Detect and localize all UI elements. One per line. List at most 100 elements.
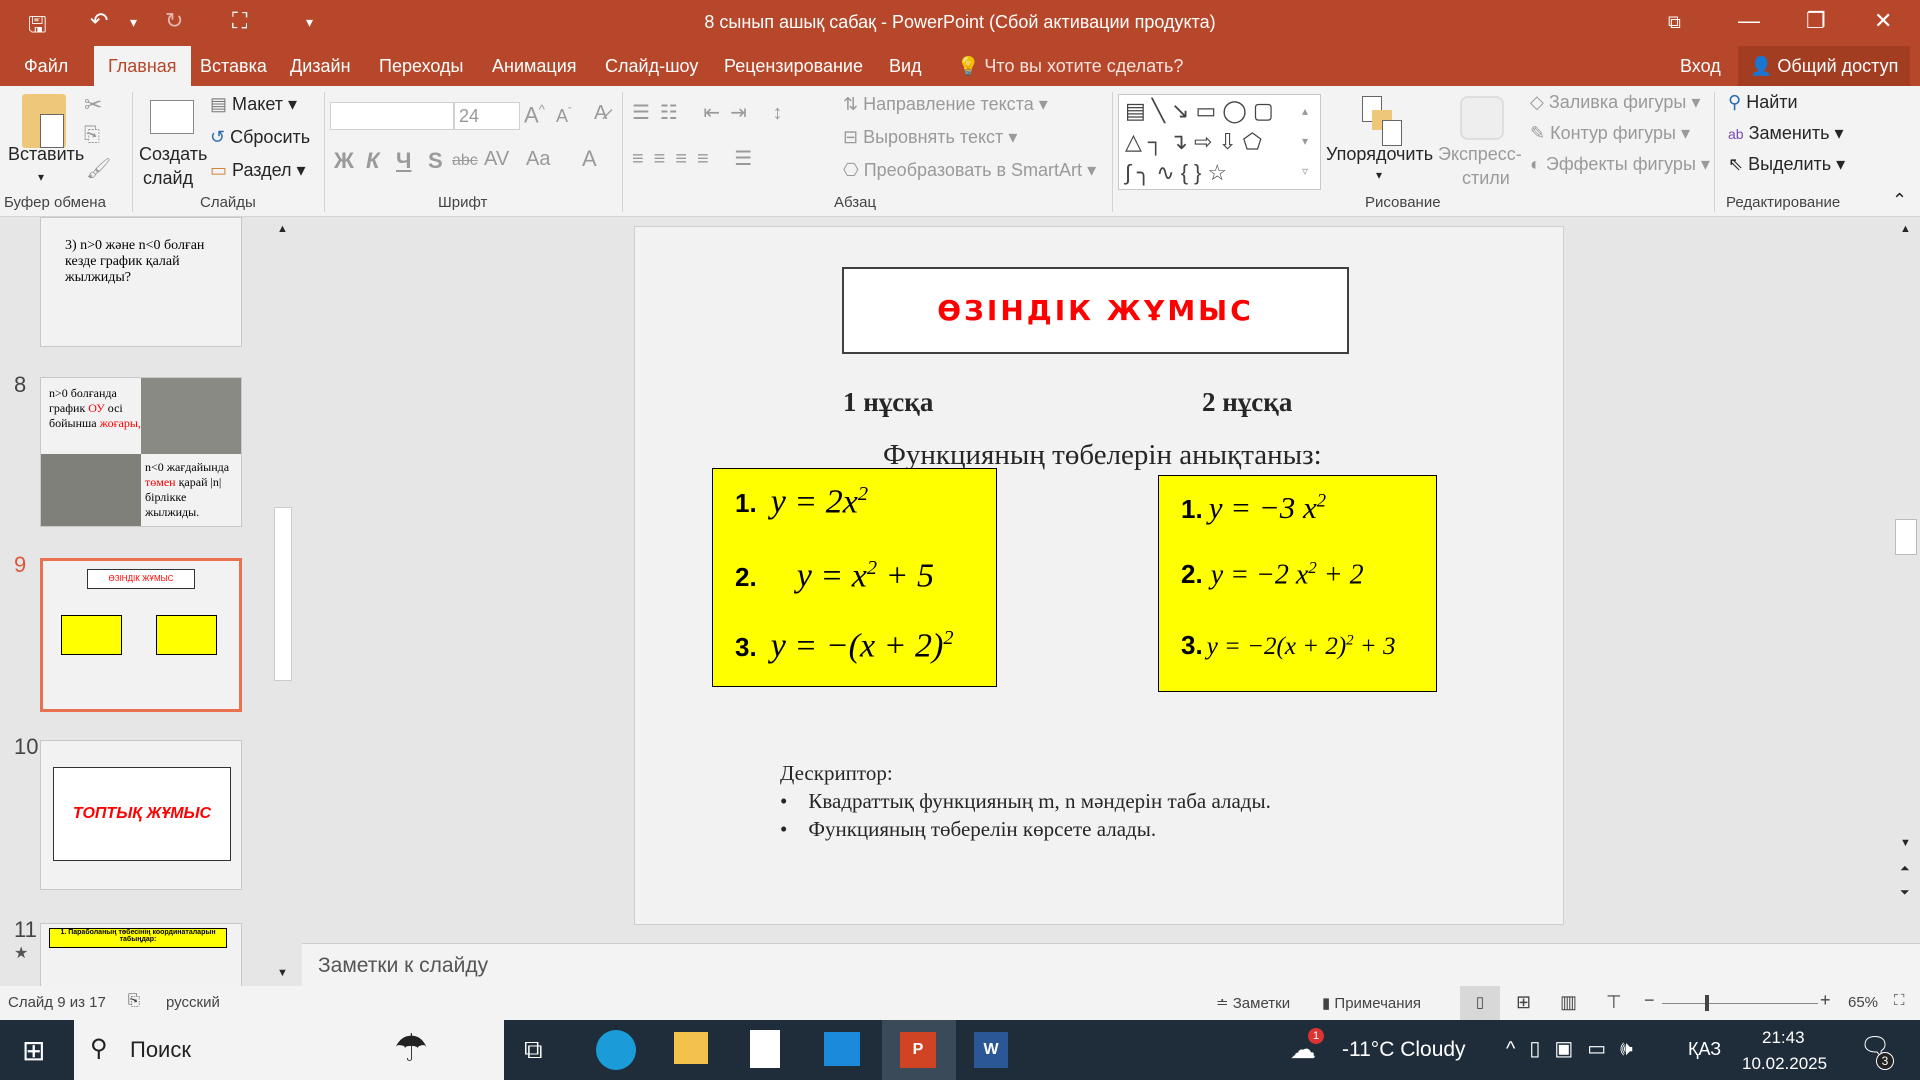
zoom-slider[interactable] — [1662, 1003, 1818, 1004]
variant-1-heading[interactable]: 1 нұсқа — [843, 387, 933, 418]
descriptor-block[interactable]: Дескриптор: • Квадраттық функцияның m, n… — [780, 759, 1271, 843]
slideshow-button[interactable]: ⊤ — [1606, 992, 1622, 1013]
zoom-level[interactable]: 65% — [1848, 994, 1878, 1011]
alignment-buttons[interactable]: ≡≡≡≡ ☰ — [632, 146, 762, 171]
tab-transitions[interactable]: Переходы — [367, 46, 475, 86]
share-button[interactable]: 👤 Общий доступ — [1738, 46, 1911, 86]
shapes-gallery[interactable]: ▤╲↘▭◯▢ △┐↴⇨⇩⬠ ∫╮∿{}☆ — [1118, 94, 1321, 190]
system-tray-icons[interactable]: ^▯▣▭🕪 — [1506, 1036, 1647, 1061]
powerpoint-taskbar-button[interactable]: P — [882, 1020, 956, 1080]
shrink-font-icon[interactable]: Aˇ — [556, 106, 572, 127]
font-name-select[interactable] — [330, 102, 454, 130]
slide-thumbnail-10[interactable]: ТОПТЫҚ ЖҰМЫС — [40, 740, 242, 890]
char-spacing-button[interactable]: AV — [484, 148, 509, 171]
windows-start-icon[interactable]: ⊞ — [22, 1034, 45, 1067]
zoom-in-button[interactable]: + — [1820, 990, 1831, 1011]
sign-in-link[interactable]: Вход — [1668, 46, 1733, 86]
scroll-down-icon[interactable]: ▼ — [1900, 837, 1911, 849]
slide-thumbnail-7[interactable]: 3) n>0 және n<0 болған кезде график қала… — [40, 217, 242, 347]
arrange-dropdown-icon[interactable]: ▾ — [1376, 168, 1382, 182]
new-slide-button[interactable]: Создать — [139, 144, 207, 165]
grow-font-icon[interactable]: A^ — [524, 102, 545, 128]
keyboard-language[interactable]: ҚАЗ — [1688, 1039, 1721, 1060]
scroll-up-icon[interactable]: ▲ — [1900, 223, 1911, 235]
shadow-button[interactable]: S — [428, 148, 443, 174]
replace-button[interactable]: ab Заменить ▾ — [1728, 123, 1844, 144]
new-slide-label-2[interactable]: слайд — [143, 168, 193, 189]
bold-button[interactable]: Ж — [334, 148, 354, 174]
slide-title[interactable]: ӨЗІНДІК ЖҰМЫС — [842, 267, 1349, 354]
zoom-out-button[interactable]: − — [1644, 990, 1655, 1011]
minimize-button[interactable]: — — [1738, 8, 1760, 34]
close-button[interactable]: ✕ — [1874, 8, 1892, 34]
previous-slide-icon[interactable]: ⏶ — [1900, 861, 1910, 876]
text-direction-button[interactable]: ⇅ Направление текста ▾ — [843, 94, 1048, 115]
shape-effects-button[interactable]: ◐ Эффекты фигуры ▾ — [1530, 154, 1710, 175]
tab-home[interactable]: Главная — [94, 46, 191, 86]
paste-dropdown-icon[interactable]: ▾ — [38, 170, 44, 184]
quick-styles-icon[interactable] — [1460, 96, 1504, 140]
underline-button[interactable]: Ч — [396, 148, 411, 174]
font-color-button[interactable]: A — [582, 146, 597, 172]
paste-icon[interactable] — [22, 94, 66, 148]
slide-thumbnail-8[interactable]: n>0 болғанда график ОУ осі бойынша жоғар… — [40, 377, 242, 527]
tab-insert[interactable]: Вставка — [188, 46, 279, 86]
clock-date[interactable]: 10.02.2025 — [1742, 1054, 1827, 1074]
reading-view-button[interactable]: ▥ — [1560, 992, 1577, 1013]
scroll-thumb[interactable] — [274, 507, 292, 681]
scroll-up-icon[interactable]: ▲ — [277, 223, 288, 235]
tab-design[interactable]: Дизайн — [278, 46, 363, 86]
comments-toggle[interactable]: ▮ Примечания — [1322, 994, 1421, 1012]
tab-file[interactable]: Файл — [12, 46, 80, 86]
ribbon-display-options-icon[interactable]: ⧉ — [1668, 12, 1681, 33]
select-button[interactable]: ⇖ Выделить ▾ — [1728, 154, 1845, 175]
slide-scrollbar[interactable]: ▲ ▼ ⏶ ⏷ — [1892, 217, 1920, 943]
scroll-down-icon[interactable]: ▼ — [277, 967, 288, 979]
weather-text[interactable]: -11°C Cloudy — [1342, 1038, 1466, 1062]
reset-button[interactable]: ↺ Сбросить — [210, 127, 310, 148]
shape-fill-button[interactable]: ◇ Заливка фигуры ▾ — [1530, 92, 1700, 113]
clock-time[interactable]: 21:43 — [1762, 1028, 1805, 1048]
tab-view[interactable]: Вид — [877, 46, 934, 86]
notes-pane[interactable]: Заметки к слайду — [302, 943, 1920, 986]
collapse-ribbon-icon[interactable]: ⌃ — [1892, 190, 1907, 211]
list-buttons[interactable]: ☰☷ ⇤⇥ ↕ — [632, 100, 793, 125]
quick-styles-button[interactable]: Экспресс- — [1438, 144, 1522, 165]
microsoft-store-icon[interactable] — [750, 1030, 780, 1068]
spellcheck-icon[interactable]: ⎘ — [128, 992, 140, 1009]
zoom-slider-thumb[interactable] — [1705, 995, 1709, 1011]
mail-icon[interactable] — [824, 1032, 860, 1066]
arrange-button[interactable]: Упорядочить — [1326, 144, 1433, 165]
change-case-button[interactable]: Aa — [526, 148, 550, 171]
slide-thumbnail-11[interactable]: 1. Параболаның төбесінің координаталарын… — [40, 923, 242, 986]
clear-format-icon[interactable]: A̷ — [594, 102, 607, 125]
file-explorer-icon[interactable] — [674, 1032, 708, 1064]
find-button[interactable]: ⚲ Найти — [1728, 92, 1798, 113]
layout-button[interactable]: ▤ Макет ▾ — [210, 94, 297, 115]
slide-sorter-button[interactable]: ⊞ — [1516, 992, 1531, 1013]
italic-button[interactable]: К — [366, 148, 380, 174]
variant-1-box[interactable]: 1. y = 2x2 2. y = x2 + 5 3. y = −(x + 2)2 — [712, 468, 997, 687]
notes-placeholder[interactable]: Заметки к слайду — [318, 954, 488, 978]
task-view-icon[interactable]: ⧉ — [524, 1034, 543, 1066]
font-size-select[interactable]: 24 — [454, 102, 520, 130]
tab-animations[interactable]: Анимация — [480, 46, 589, 86]
slide-canvas[interactable]: ӨЗІНДІК ЖҰМЫС 1 нұсқа 2 нұсқа Функцияның… — [634, 226, 1564, 925]
normal-view-button[interactable]: ▯ — [1460, 986, 1500, 1020]
next-slide-icon[interactable]: ⏷ — [1900, 885, 1910, 900]
tab-slideshow[interactable]: Слайд-шоу — [593, 46, 710, 86]
slide-thumbnails-panel[interactable]: 3) n>0 және n<0 болған кезде график қала… — [0, 217, 294, 986]
copy-icon[interactable]: ⎘ — [84, 124, 100, 147]
maximize-button[interactable]: ❐ — [1806, 8, 1826, 34]
taskbar-search[interactable]: ⚲ Поиск ☂ — [74, 1020, 504, 1080]
section-button[interactable]: ▭ Раздел ▾ — [210, 160, 306, 181]
paste-button[interactable]: Вставить — [8, 144, 84, 165]
word-icon[interactable]: W — [974, 1032, 1008, 1068]
scroll-thumb[interactable] — [1895, 519, 1917, 555]
cut-icon[interactable]: ✂ — [84, 92, 102, 118]
align-text-button[interactable]: ⊟ Выровнять текст ▾ — [843, 127, 1017, 148]
strikethrough-button[interactable]: abc — [452, 152, 478, 170]
language-indicator[interactable]: русский — [166, 994, 220, 1011]
quick-styles-label-2[interactable]: стили — [1462, 168, 1510, 189]
edge-icon[interactable] — [596, 1030, 636, 1070]
